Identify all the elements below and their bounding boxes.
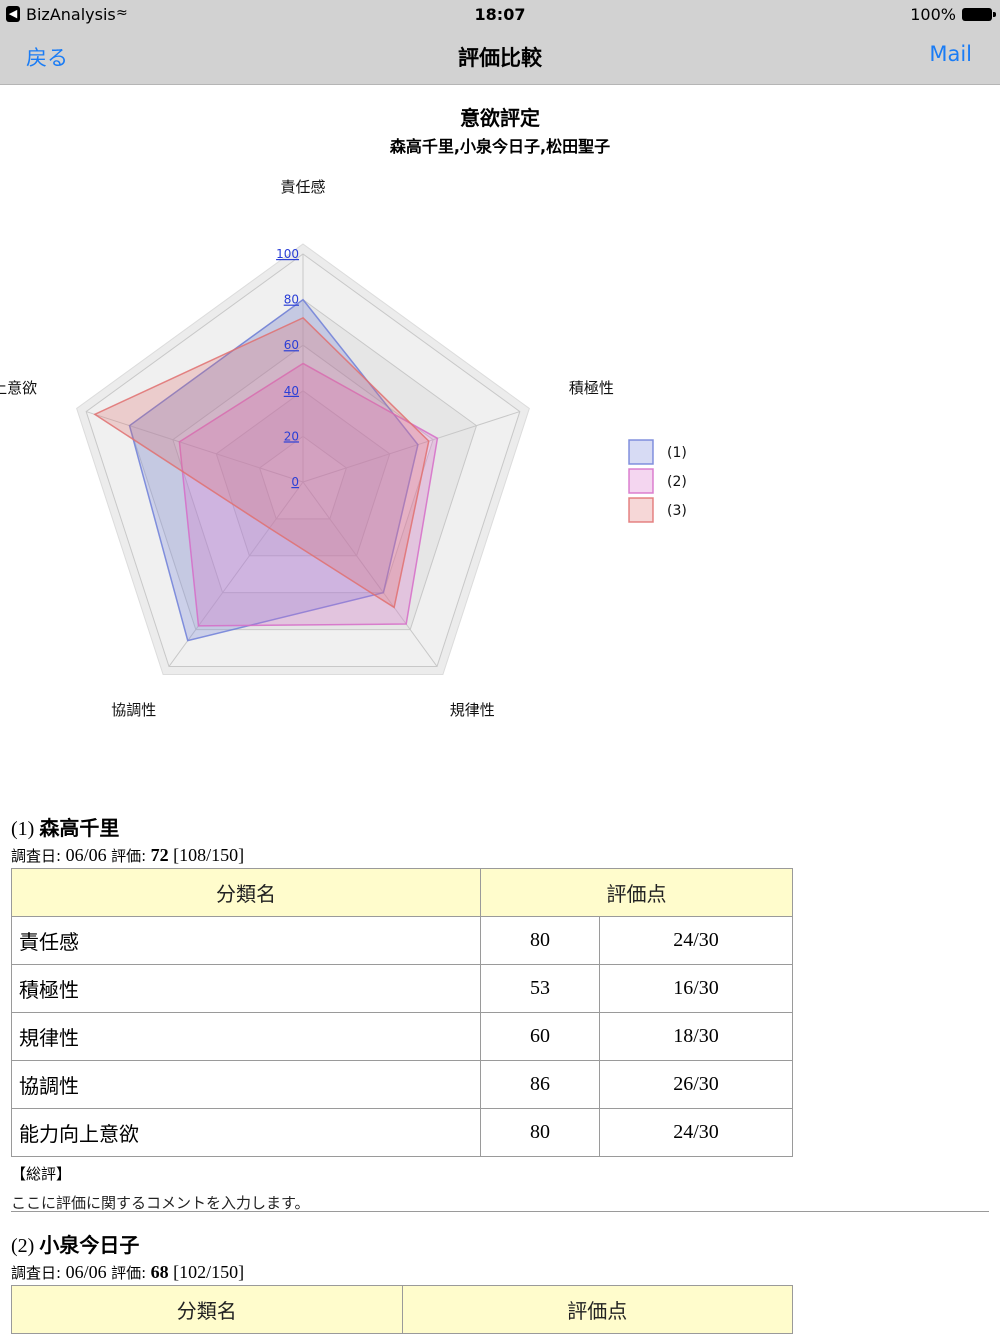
evaluation-section-2: (2) 小泉今日子 調査日: 06/06 評価: 68 [102/150] 分類… [11,1229,793,1334]
table-row: 協調性 86 26/30 [11,1060,793,1109]
eval-label: 評価: [111,1264,147,1282]
legend-swatch [628,468,654,494]
eval-score: 68 [150,1262,169,1282]
category-fraction: 16/30 [599,964,793,1013]
category-score: 60 [480,1012,600,1061]
category-name: 責任感 [11,916,481,965]
radar-tick-label: 100 [276,247,299,261]
status-bar: ◀ BizAnalysis ≈ 18:07 100% [0,0,1000,28]
radar-chart: 0 20 40 60 80 100 責任感積極性規律性 協調性 能力向上意欲 (1) (2) (3) [0,178,687,719]
section-divider [11,1211,989,1212]
person-heading: (1) 森高千里 [11,812,793,841]
category-score: 80 [480,916,600,965]
eval-total: [102/150] [173,1262,245,1282]
legend-label: (1) [667,445,687,461]
table-row: 積極性 53 16/30 [11,964,793,1013]
radar-axis-label: 規律性 [450,701,495,719]
header-category: 分類名 [11,868,481,917]
person-index: (1) [11,818,35,840]
radar-axis-label: 積極性 [569,379,614,397]
person-name: 小泉今日子 [39,1233,140,1257]
evaluation-meta: 調査日: 06/06 評価: 72 [108/150] [11,845,793,866]
table-row: 規律性 60 18/30 [11,1012,793,1061]
category-fraction: 18/30 [599,1012,793,1061]
table-row: 能力向上意欲 80 24/30 [11,1108,793,1157]
legend-swatch [628,497,654,523]
header-score: 評価点 [480,868,793,917]
category-score: 80 [480,1108,600,1157]
eval-score: 72 [150,845,169,865]
comment-heading: 【総評】 [11,1165,72,1183]
chart-subtitle: 森高千里,小泉今日子,松田聖子 [389,137,611,156]
radar-axis-label: 協調性 [111,701,156,719]
header-score: 評価点 [401,1285,793,1334]
legend-label: (3) [667,503,687,519]
comment-text: ここに評価に関するコメントを入力します。 [11,1194,310,1212]
survey-date: 06/06 [65,845,107,865]
category-name: 能力向上意欲 [11,1108,481,1157]
date-label: 調査日: [11,847,62,865]
survey-date: 06/06 [65,1262,107,1282]
radar-tick-label: 0 [291,475,299,489]
table-row: 責任感 80 24/30 [11,916,793,965]
eval-total: [108/150] [173,845,245,865]
category-fraction: 24/30 [599,916,793,965]
category-name: 規律性 [11,1012,481,1061]
category-name: 協調性 [11,1060,481,1109]
legend-swatch [628,439,654,465]
category-score: 53 [480,964,600,1013]
radar-axis-label: 能力向上意欲 [0,379,37,397]
radar-axis-label: 責任感 [280,178,325,196]
header-category: 分類名 [11,1285,403,1334]
category-name: 積極性 [11,964,481,1013]
eval-label: 評価: [111,847,147,865]
mail-button[interactable]: Mail [929,42,972,66]
date-label: 調査日: [11,1264,62,1282]
radar-tick-label: 80 [284,293,299,307]
category-fraction: 24/30 [599,1108,793,1157]
page-title: 評価比較 [458,46,542,70]
legend-label: (2) [667,474,687,490]
radar-tick-label: 60 [284,338,299,352]
nav-bar: 戻る 評価比較 Mail [0,28,1000,85]
evaluation-section-1: (1) 森高千里 調査日: 06/06 評価: 72 [108/150] 分類名… [11,812,793,1213]
person-heading: (2) 小泉今日子 [11,1229,793,1258]
person-index: (2) [11,1235,35,1257]
score-table: 分類名 評価点 責任感 80 24/30 積極性 53 16/30 規律性 60… [11,868,793,1157]
person-name: 森高千里 [39,816,120,840]
chart-title: 意欲評定 [460,106,540,130]
category-fraction: 26/30 [599,1060,793,1109]
battery-percent: 100% [910,5,956,24]
radar-tick-label: 20 [284,429,299,443]
radar-tick-label: 40 [284,384,299,398]
score-table: 分類名 評価点 [11,1285,793,1334]
status-time: 18:07 [474,5,526,24]
evaluation-meta: 調査日: 06/06 評価: 68 [102/150] [11,1262,793,1283]
category-score: 86 [480,1060,600,1109]
battery-icon [962,8,996,21]
